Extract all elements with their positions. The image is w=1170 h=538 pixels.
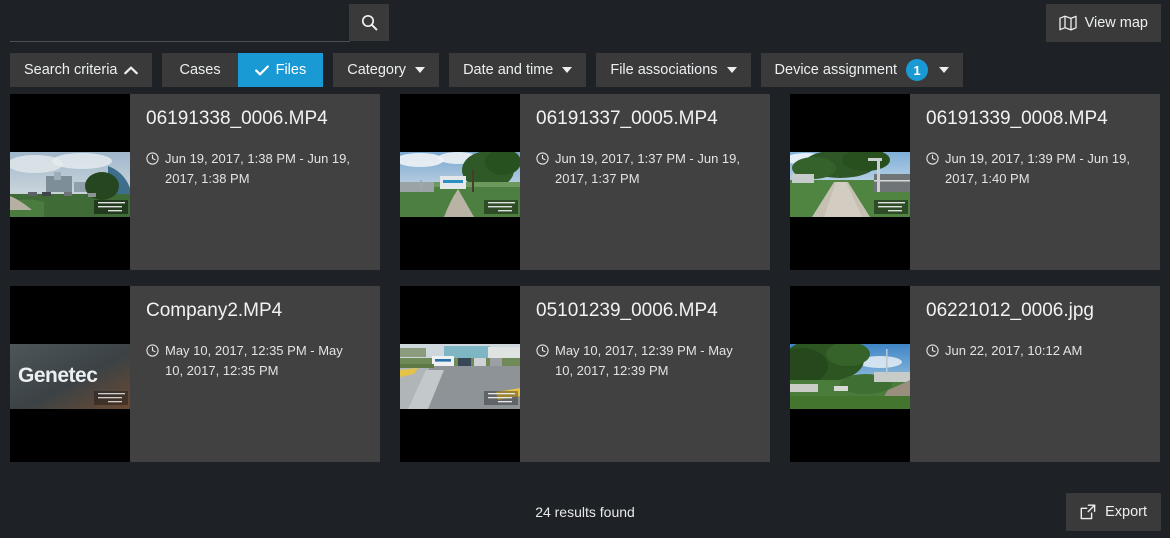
search-row: View map	[0, 0, 1170, 46]
card-info: 06221012_0006.jpg Jun 22, 2017, 10:12 AM	[910, 286, 1160, 462]
view-map-button[interactable]: View map	[1045, 4, 1161, 42]
map-icon	[1058, 15, 1077, 31]
card-time: May 10, 2017, 12:39 PM - May 10, 2017, 1…	[536, 341, 754, 381]
caret-down-icon	[562, 67, 573, 73]
file-associations-filter-button[interactable]: File associations	[596, 53, 751, 87]
check-icon	[254, 64, 269, 76]
filter-toolbar: Search criteria Cases Files Category Dat…	[0, 46, 1170, 94]
result-card[interactable]: 06221012_0006.jpg Jun 22, 2017, 10:12 AM	[790, 286, 1160, 462]
thumbnail[interactable]	[790, 94, 910, 270]
card-info: 06191337_0005.MP4 Jun 19, 2017, 1:37 PM …	[520, 94, 770, 270]
export-label: Export	[1105, 504, 1147, 520]
cases-files-toggle-group: Cases Files	[162, 53, 324, 87]
thumbnail[interactable]	[400, 286, 520, 462]
card-time-text: May 10, 2017, 12:35 PM - May 10, 2017, 1…	[165, 342, 343, 378]
caret-down-icon	[939, 67, 950, 73]
date-and-time-label: Date and time	[463, 62, 554, 78]
card-info: 06191339_0008.MP4 Jun 19, 2017, 1:39 PM …	[910, 94, 1160, 270]
view-map-label: View map	[1084, 15, 1148, 31]
thumbnail-image	[790, 344, 910, 409]
search-criteria-button[interactable]: Search criteria	[10, 53, 153, 87]
clock-icon	[926, 152, 939, 189]
thumbnail[interactable]	[790, 286, 910, 462]
result-card[interactable]: 06191339_0008.MP4 Jun 19, 2017, 1:39 PM …	[790, 94, 1160, 270]
thumbnail[interactable]: Genetec	[10, 286, 130, 462]
thumbnail-image	[400, 152, 520, 217]
search-button[interactable]	[349, 4, 389, 41]
device-assignment-label: Device assignment	[774, 62, 898, 78]
files-tab-button[interactable]: Files	[237, 53, 324, 87]
svg-text:Genetec: Genetec	[18, 364, 98, 387]
cases-tab-button[interactable]: Cases	[162, 53, 238, 87]
card-time: Jun 22, 2017, 10:12 AM	[926, 341, 1144, 361]
card-time-text: Jun 19, 2017, 1:39 PM - Jun 19, 2017, 1:…	[945, 150, 1131, 186]
card-title: 06221012_0006.jpg	[926, 300, 1095, 321]
caret-down-icon	[415, 67, 426, 73]
file-search-app: View map Search criteria Cases Files Cat…	[0, 0, 1170, 538]
thumbnail-image	[400, 344, 520, 409]
card-info: 05101239_0006.MP4 May 10, 2017, 12:39 PM…	[520, 286, 770, 462]
clock-icon	[146, 152, 159, 189]
card-time: Jun 19, 2017, 1:39 PM - Jun 19, 2017, 1:…	[926, 149, 1144, 189]
thumbnail-image	[790, 152, 910, 217]
category-label: Category	[347, 62, 407, 78]
footer-bar: 24 results found Export	[0, 486, 1170, 538]
clock-icon	[146, 344, 159, 381]
card-title: 06191338_0006.MP4	[146, 108, 328, 129]
chevron-up-icon	[124, 66, 139, 75]
result-card[interactable]: 06191337_0005.MP4 Jun 19, 2017, 1:37 PM …	[400, 94, 770, 270]
results-area: 06191338_0006.MP4 Jun 19, 2017, 1:38 PM …	[0, 94, 1170, 486]
result-card[interactable]: Genetec Company2.MP4 May 10, 2017, 12:35…	[10, 286, 380, 462]
cases-label: Cases	[179, 62, 221, 78]
card-title: 06191337_0005.MP4	[536, 108, 718, 129]
result-card[interactable]: 06191338_0006.MP4 Jun 19, 2017, 1:38 PM …	[10, 94, 380, 270]
external-link-icon	[1080, 504, 1096, 520]
card-time: May 10, 2017, 12:35 PM - May 10, 2017, 1…	[146, 341, 364, 381]
results-grid: 06191338_0006.MP4 Jun 19, 2017, 1:38 PM …	[10, 94, 1160, 462]
card-title: Company2.MP4	[146, 300, 283, 321]
search-icon	[361, 14, 378, 31]
card-time: Jun 19, 2017, 1:38 PM - Jun 19, 2017, 1:…	[146, 149, 364, 189]
clock-icon	[536, 152, 549, 189]
category-filter-button[interactable]: Category	[333, 53, 440, 87]
search-criteria-label: Search criteria	[24, 62, 118, 78]
thumbnail-image: Genetec	[10, 344, 130, 409]
card-info: 06191338_0006.MP4 Jun 19, 2017, 1:38 PM …	[130, 94, 380, 270]
date-and-time-filter-button[interactable]: Date and time	[449, 53, 587, 87]
search-field-wrapper	[10, 4, 350, 42]
card-time-text: Jun 19, 2017, 1:38 PM - Jun 19, 2017, 1:…	[165, 150, 351, 186]
search-input[interactable]	[10, 4, 350, 41]
card-title: 06191339_0008.MP4	[926, 108, 1108, 129]
results-count-label: 24 results found	[535, 504, 635, 520]
clock-icon	[926, 344, 939, 361]
device-assignment-filter-button[interactable]: Device assignment 1	[760, 53, 964, 87]
clock-icon	[536, 344, 549, 381]
thumbnail[interactable]	[400, 94, 520, 270]
card-time-text: May 10, 2017, 12:39 PM - May 10, 2017, 1…	[555, 342, 733, 378]
card-info: Company2.MP4 May 10, 2017, 12:35 PM - Ma…	[130, 286, 380, 462]
thumbnail[interactable]	[10, 94, 130, 270]
caret-down-icon	[726, 67, 737, 73]
card-time-text: Jun 19, 2017, 1:37 PM - Jun 19, 2017, 1:…	[555, 150, 741, 186]
card-time: Jun 19, 2017, 1:37 PM - Jun 19, 2017, 1:…	[536, 149, 754, 189]
card-title: 05101239_0006.MP4	[536, 300, 718, 321]
card-time-text: Jun 22, 2017, 10:12 AM	[945, 342, 1083, 358]
result-card[interactable]: 05101239_0006.MP4 May 10, 2017, 12:39 PM…	[400, 286, 770, 462]
files-label: Files	[275, 62, 307, 78]
thumbnail-image	[10, 152, 130, 217]
device-assignment-count-badge: 1	[906, 59, 929, 81]
export-button[interactable]: Export	[1066, 493, 1161, 531]
file-associations-label: File associations	[610, 62, 718, 78]
